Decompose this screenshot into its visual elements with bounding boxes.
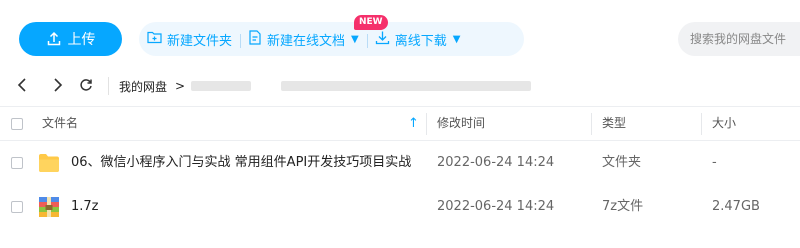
- breadcrumb-separator: >: [175, 79, 186, 93]
- archive-file-icon: [39, 197, 59, 217]
- upload-button[interactable]: 上传: [19, 22, 122, 56]
- nav-divider: [108, 77, 109, 95]
- redacted-breadcrumb-segment: [281, 81, 532, 91]
- column-header-size[interactable]: 大小: [712, 107, 736, 140]
- navigation-bar: 我的网盘 >: [0, 66, 800, 106]
- online-doc-icon: [248, 29, 262, 49]
- column-divider[interactable]: [426, 113, 427, 135]
- file-size: -: [712, 155, 717, 170]
- select-all-checkbox[interactable]: [11, 118, 23, 130]
- new-badge: NEW: [354, 15, 388, 30]
- column-divider[interactable]: [591, 113, 592, 135]
- column-divider[interactable]: [701, 113, 702, 135]
- file-size: 2.47GB: [712, 199, 760, 214]
- download-icon: [375, 30, 390, 49]
- modified-time: 2022-06-24 14:24: [437, 155, 555, 170]
- modified-time: 2022-06-24 14:24: [437, 199, 555, 214]
- new-online-doc-label: 新建在线文档: [267, 33, 346, 49]
- row-checkbox[interactable]: [11, 157, 23, 169]
- offline-download-label: 离线下载: [394, 33, 447, 49]
- upload-icon: [46, 31, 62, 47]
- column-header-type[interactable]: 类型: [602, 107, 626, 140]
- back-icon[interactable]: [8, 77, 36, 96]
- new-folder-icon: [147, 30, 162, 48]
- forward-icon[interactable]: [44, 77, 72, 96]
- chevron-down-icon: ▼: [351, 33, 359, 45]
- file-name[interactable]: 06、微信小程序入门与实战 常用组件API开发技巧项目实战: [71, 139, 411, 187]
- row-checkbox[interactable]: [11, 201, 23, 213]
- upload-label: 上传: [67, 32, 96, 48]
- breadcrumb-root[interactable]: 我的网盘: [119, 78, 167, 95]
- file-type: 文件夹: [602, 155, 642, 170]
- column-header-name[interactable]: 文件名: [42, 107, 78, 140]
- chevron-down-icon: ▼: [452, 33, 461, 45]
- column-header-modified[interactable]: 修改时间: [437, 107, 485, 140]
- table-row[interactable]: 1.7z 2022-06-24 14:24 7z文件 2.47GB: [0, 183, 800, 231]
- file-table-header: 文件名 ↑ 修改时间 类型 大小: [0, 106, 800, 141]
- toolbar-action-group: 新建文件夹 新建在线文档 ▼ 离线下载 ▼: [139, 22, 524, 56]
- refresh-icon[interactable]: [72, 77, 100, 96]
- redacted-breadcrumb-segment: [191, 81, 252, 91]
- search-input[interactable]: [678, 22, 800, 56]
- table-row[interactable]: 06、微信小程序入门与实战 常用组件API开发技巧项目实战 2022-06-24…: [0, 139, 800, 187]
- new-folder-label: 新建文件夹: [167, 33, 233, 49]
- sort-ascending-icon[interactable]: ↑: [408, 107, 419, 140]
- file-name[interactable]: 1.7z: [71, 183, 99, 231]
- folder-icon: [38, 153, 60, 173]
- offline-download-button[interactable]: 离线下载 ▼: [367, 30, 469, 49]
- top-toolbar: 上传 新建文件夹 新建在线文档 ▼ 离线下载 ▼ NEW 搜索我的网盘文件: [0, 14, 800, 66]
- new-folder-button[interactable]: 新建文件夹: [139, 30, 242, 49]
- file-type: 7z文件: [602, 199, 644, 214]
- new-online-doc-button[interactable]: 新建在线文档 ▼: [240, 29, 368, 49]
